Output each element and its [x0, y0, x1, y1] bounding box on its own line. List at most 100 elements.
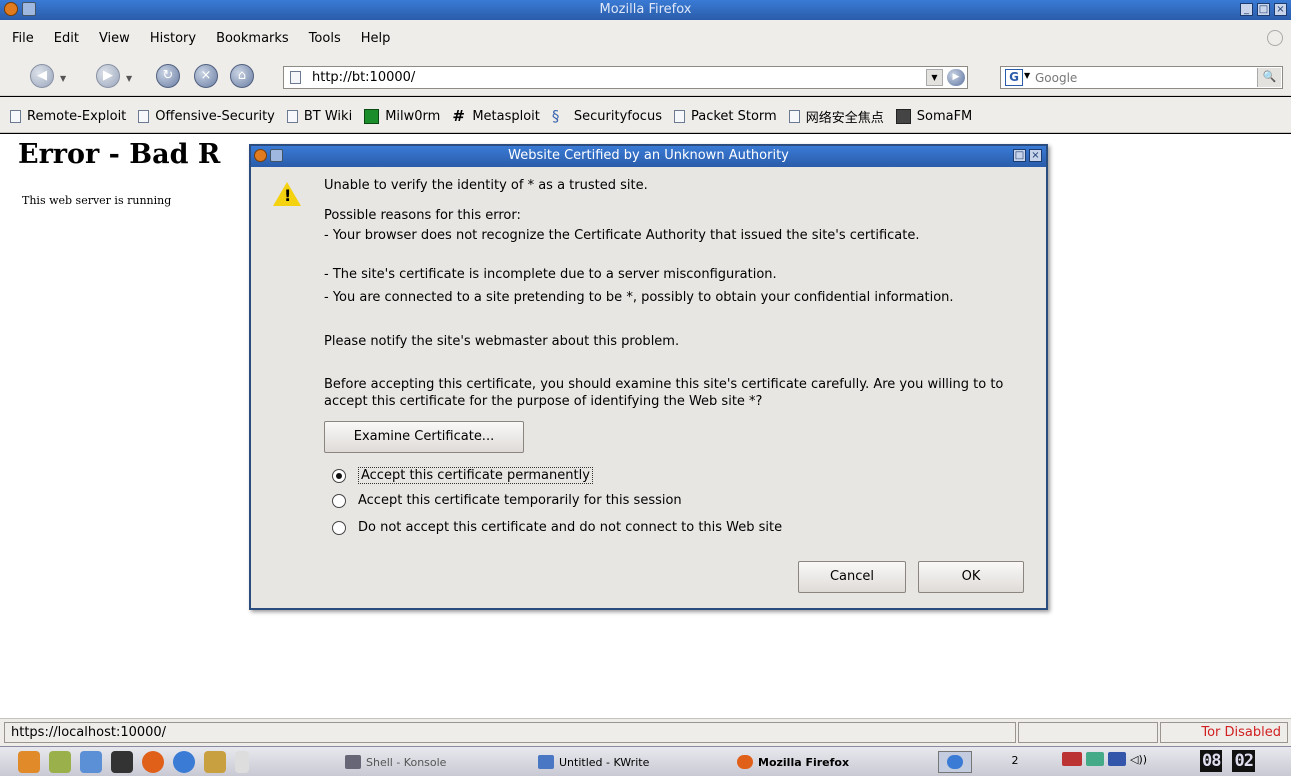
radio-unchecked-icon[interactable] — [332, 520, 346, 535]
bookmark-bt-wiki[interactable]: BT Wiki — [286, 109, 352, 124]
radio-accept-temporarily[interactable]: Accept this certificate temporarily for … — [332, 493, 682, 508]
radio-checked-icon[interactable] — [332, 468, 346, 483]
kde-menu-icon[interactable] — [18, 751, 40, 773]
terminal-icon[interactable] — [111, 751, 133, 773]
url-text[interactable]: http://bt:10000/ — [312, 70, 415, 85]
forward-dropdown-icon[interactable]: ▼ — [126, 74, 132, 83]
somafm-icon — [895, 109, 911, 124]
go-icon[interactable]: ▶ — [947, 69, 965, 86]
status-url: https://localhost:10000/ — [4, 722, 1016, 743]
before-accepting-message: Before accepting this certificate, you s… — [324, 377, 1004, 409]
kwrite-icon — [538, 755, 554, 769]
menu-edit[interactable]: Edit — [54, 31, 79, 46]
reason-impostor: - You are connected to a site pretending… — [324, 290, 954, 305]
page-heading: Error - Bad R — [18, 139, 221, 170]
window-titlebar: Mozilla Firefox _ □ × — [0, 0, 1291, 20]
volume-icon[interactable]: ◁)) — [1130, 753, 1147, 766]
radio-accept-permanently[interactable]: Accept this certificate permanently — [332, 467, 593, 484]
pager-desktop-2[interactable]: 2 — [998, 751, 1032, 773]
identity-message: Unable to verify the identity of * as a … — [324, 178, 648, 193]
milw0rm-icon — [364, 109, 380, 124]
task-firefox[interactable]: Mozilla Firefox — [737, 751, 849, 773]
search-input[interactable]: Google — [1035, 71, 1077, 85]
browser-launcher-icon[interactable] — [173, 751, 195, 773]
ok-button[interactable]: OK — [918, 561, 1024, 593]
menu-tools[interactable]: Tools — [309, 31, 341, 46]
bookmarks-toolbar: Remote-Exploit Offensive-Security BT Wik… — [0, 97, 1291, 133]
throbber-icon — [1267, 30, 1283, 46]
status-panel — [1018, 722, 1158, 743]
back-dropdown-icon[interactable]: ▼ — [60, 74, 66, 83]
menu-help[interactable]: Help — [361, 31, 391, 46]
task-konsole[interactable]: Shell - Konsole — [345, 751, 446, 773]
bookmark-somafm[interactable]: SomaFM — [895, 109, 972, 124]
reload-icon[interactable]: ↻ — [156, 64, 180, 88]
certificate-dialog: Website Certified by an Unknown Authorit… — [249, 144, 1048, 610]
page-icon — [290, 71, 301, 84]
dialog-titlebar: Website Certified by an Unknown Authorit… — [251, 146, 1046, 167]
menu-view[interactable]: View — [99, 31, 130, 46]
editor-launcher-icon[interactable] — [204, 751, 226, 773]
hash-icon: # — [452, 107, 465, 125]
cancel-button[interactable]: Cancel — [798, 561, 906, 593]
reason-incomplete: - The site's certificate is incomplete d… — [324, 267, 777, 282]
search-bar[interactable]: G ▼ Google 🔍 — [1000, 66, 1283, 89]
radio-do-not-accept[interactable]: Do not accept this certificate and do no… — [332, 520, 782, 535]
bookmark-offensive-security[interactable]: Offensive-Security — [138, 109, 275, 124]
menu-file[interactable]: File — [12, 31, 34, 46]
menu-bookmarks[interactable]: Bookmarks — [216, 31, 289, 46]
notify-message: Please notify the site's webmaster about… — [324, 334, 680, 349]
clock: 08 02 — [1200, 750, 1255, 772]
search-icon[interactable]: 🔍 — [1257, 68, 1281, 87]
reason-unknown-ca: - Your browser does not recognize the Ce… — [324, 228, 920, 243]
keyboard-layout-icon[interactable] — [1062, 752, 1082, 766]
bookmark-packet-storm[interactable]: Packet Storm — [673, 109, 777, 124]
firefox-launcher-icon[interactable] — [142, 751, 164, 773]
task-kwrite[interactable]: Untitled - KWrite — [538, 751, 649, 773]
clock-minutes: 02 — [1232, 750, 1255, 772]
back-icon[interactable]: ◀ — [30, 64, 54, 88]
page-icon — [10, 110, 21, 123]
maximize-icon[interactable]: □ — [1013, 149, 1026, 162]
close-icon[interactable]: × — [1029, 149, 1042, 162]
menu-history[interactable]: History — [150, 31, 196, 46]
page-icon — [788, 110, 800, 123]
page-icon — [673, 110, 685, 123]
launcher-icon[interactable] — [49, 751, 71, 773]
bookmark-chinese-security[interactable]: 网络安全焦点 — [788, 107, 884, 126]
window-title: Mozilla Firefox — [599, 2, 692, 17]
dialog-title: Website Certified by an Unknown Authorit… — [508, 148, 789, 163]
taskbar: Shell - Konsole Untitled - KWrite Mozill… — [0, 746, 1291, 776]
page-message: This web server is running — [22, 194, 172, 207]
bookmark-remote-exploit[interactable]: Remote-Exploit — [10, 109, 126, 124]
minimize-icon[interactable]: _ — [1240, 3, 1253, 16]
desktop-icon — [947, 755, 963, 769]
clock-hours: 08 — [1200, 750, 1223, 772]
close-icon[interactable]: × — [1274, 3, 1287, 16]
home-icon[interactable]: ⌂ — [230, 64, 254, 88]
pager-desktop-1[interactable] — [938, 751, 972, 773]
bookmark-securityfocus[interactable]: § Securityfocus — [552, 109, 662, 125]
google-icon[interactable]: G — [1005, 69, 1023, 86]
url-bar[interactable]: http://bt:10000/ ▼ ▶ — [283, 66, 968, 89]
maximize-icon[interactable]: □ — [1257, 3, 1270, 16]
network-icon[interactable] — [1086, 752, 1104, 766]
firefox-icon — [737, 755, 753, 769]
search-engine-dropdown-icon[interactable]: ▼ — [1024, 71, 1030, 80]
url-dropdown-icon[interactable]: ▼ — [926, 69, 943, 86]
home-folder-icon[interactable] — [80, 751, 102, 773]
examine-certificate-button[interactable]: Examine Certificate... — [324, 421, 524, 453]
mail-icon[interactable] — [1108, 752, 1126, 766]
menu-bar: File Edit View History Bookmarks Tools H… — [0, 20, 1291, 58]
bookmark-milw0rm[interactable]: Milw0rm — [364, 109, 440, 124]
status-bar: https://localhost:10000/ Tor Disabled — [0, 718, 1291, 746]
document-launcher-icon[interactable] — [235, 751, 249, 773]
tor-status[interactable]: Tor Disabled — [1160, 722, 1288, 743]
radio-unchecked-icon[interactable] — [332, 493, 346, 508]
bookmark-metasploit[interactable]: # Metasploit — [452, 107, 540, 125]
forward-icon[interactable]: ▶ — [96, 64, 120, 88]
reasons-header: Possible reasons for this error: — [324, 208, 521, 223]
stop-icon[interactable]: × — [194, 64, 218, 88]
page-icon — [286, 110, 298, 123]
konsole-icon — [345, 755, 361, 769]
